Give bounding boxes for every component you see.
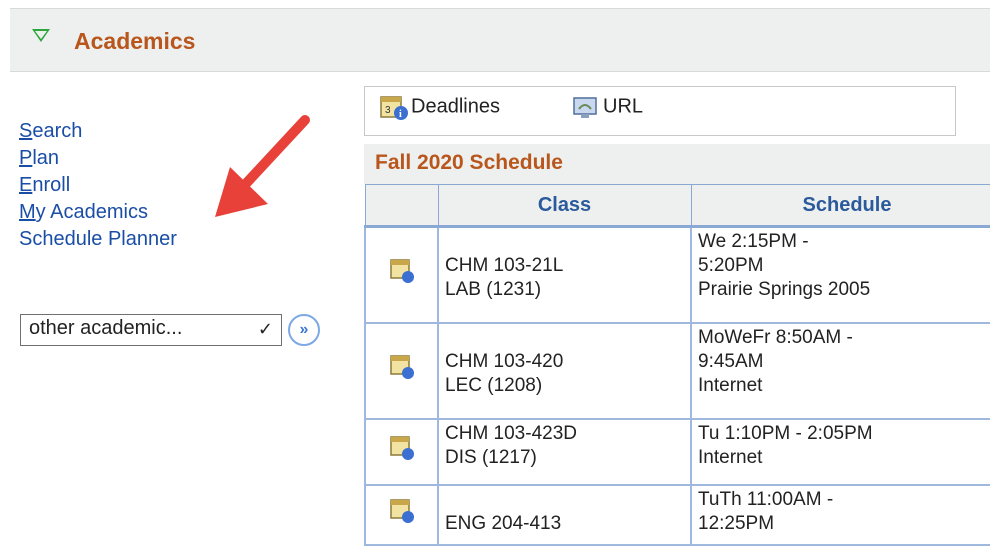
schedule-toolbar: 3 i Deadlines URL <box>364 86 956 136</box>
section-title: Academics <box>74 28 196 54</box>
class-details-icon[interactable] <box>364 417 439 486</box>
table-row: ENG 204-413 TuTh 11:00AM -12:25PM <box>364 483 990 546</box>
academics-nav: Search Plan Enroll My Academics Schedule… <box>19 118 177 253</box>
select-value: other academic... <box>29 317 183 339</box>
class-cell: ENG 204-413 <box>437 483 692 546</box>
class-cell: CHM 103-420 LEC (1208) <box>437 321 692 420</box>
table-row: CHM 103-420 LEC (1208) MoWeFr 8:50AM -9:4… <box>364 321 990 420</box>
collapse-triangle-icon[interactable] <box>32 29 50 42</box>
table-header-row: Class Schedule <box>364 184 990 228</box>
url-label: URL <box>603 95 644 118</box>
class-cell: CHM 103-423D DIS (1217) <box>437 417 692 486</box>
calendar-info-icon <box>389 499 414 523</box>
class-details-icon[interactable] <box>364 483 439 546</box>
nav-my-academics-link[interactable]: My Academics <box>19 199 177 226</box>
monitor-link-icon <box>573 97 597 118</box>
calendar-info-icon <box>389 355 414 379</box>
academics-header: Academics <box>10 8 990 72</box>
calendar-info-icon <box>389 259 414 284</box>
nav-plan-link[interactable]: Plan <box>19 145 177 172</box>
schedule-column-header: Schedule <box>690 184 990 228</box>
nav-search-link[interactable]: Search <box>19 118 177 145</box>
schedule-cell: MoWeFr 8:50AM -9:45AM Internet <box>690 321 990 420</box>
class-cell: CHM 103-21L LAB (1231) <box>437 225 692 324</box>
schedule-cell: TuTh 11:00AM -12:25PM <box>690 483 990 546</box>
schedule-cell: Tu 1:10PM - 2:05PM Internet <box>690 417 990 486</box>
class-details-icon[interactable] <box>364 225 439 324</box>
class-column-header: Class <box>437 184 692 228</box>
other-academic-select[interactable]: other academic... ✓ <box>20 314 282 346</box>
annotation-arrow-icon <box>215 115 310 217</box>
deadlines-link[interactable]: 3 i Deadlines <box>379 93 500 121</box>
deadlines-label: Deadlines <box>411 95 500 118</box>
nav-enroll-link[interactable]: Enroll <box>19 172 177 199</box>
nav-schedule-planner-link[interactable]: Schedule Planner <box>19 226 177 253</box>
chevron-down-icon: ✓ <box>257 319 273 339</box>
go-button[interactable]: » <box>288 314 320 346</box>
table-row: CHM 103-21L LAB (1231) We 2:15PM -5:20PM P… <box>364 225 990 324</box>
class-details-icon[interactable] <box>364 321 439 420</box>
calendar-info-icon: 3 i <box>380 96 408 120</box>
schedule-table: Class Schedule CHM 103-21L LAB (1231) We … <box>364 184 990 546</box>
schedule-cell: We 2:15PM -5:20PM Prairie Springs 2005 <box>690 225 990 324</box>
icon-column-header <box>364 184 439 228</box>
table-row: CHM 103-423D DIS (1217) Tu 1:10PM - 2:05P… <box>364 417 990 486</box>
svg-text:i: i <box>399 109 402 120</box>
other-academic-control: other academic... ✓ » <box>20 314 320 346</box>
url-link[interactable]: URL <box>571 93 643 121</box>
calendar-info-icon <box>389 436 414 460</box>
svg-text:3: 3 <box>385 105 391 116</box>
schedule-title: Fall 2020 Schedule <box>375 151 563 174</box>
